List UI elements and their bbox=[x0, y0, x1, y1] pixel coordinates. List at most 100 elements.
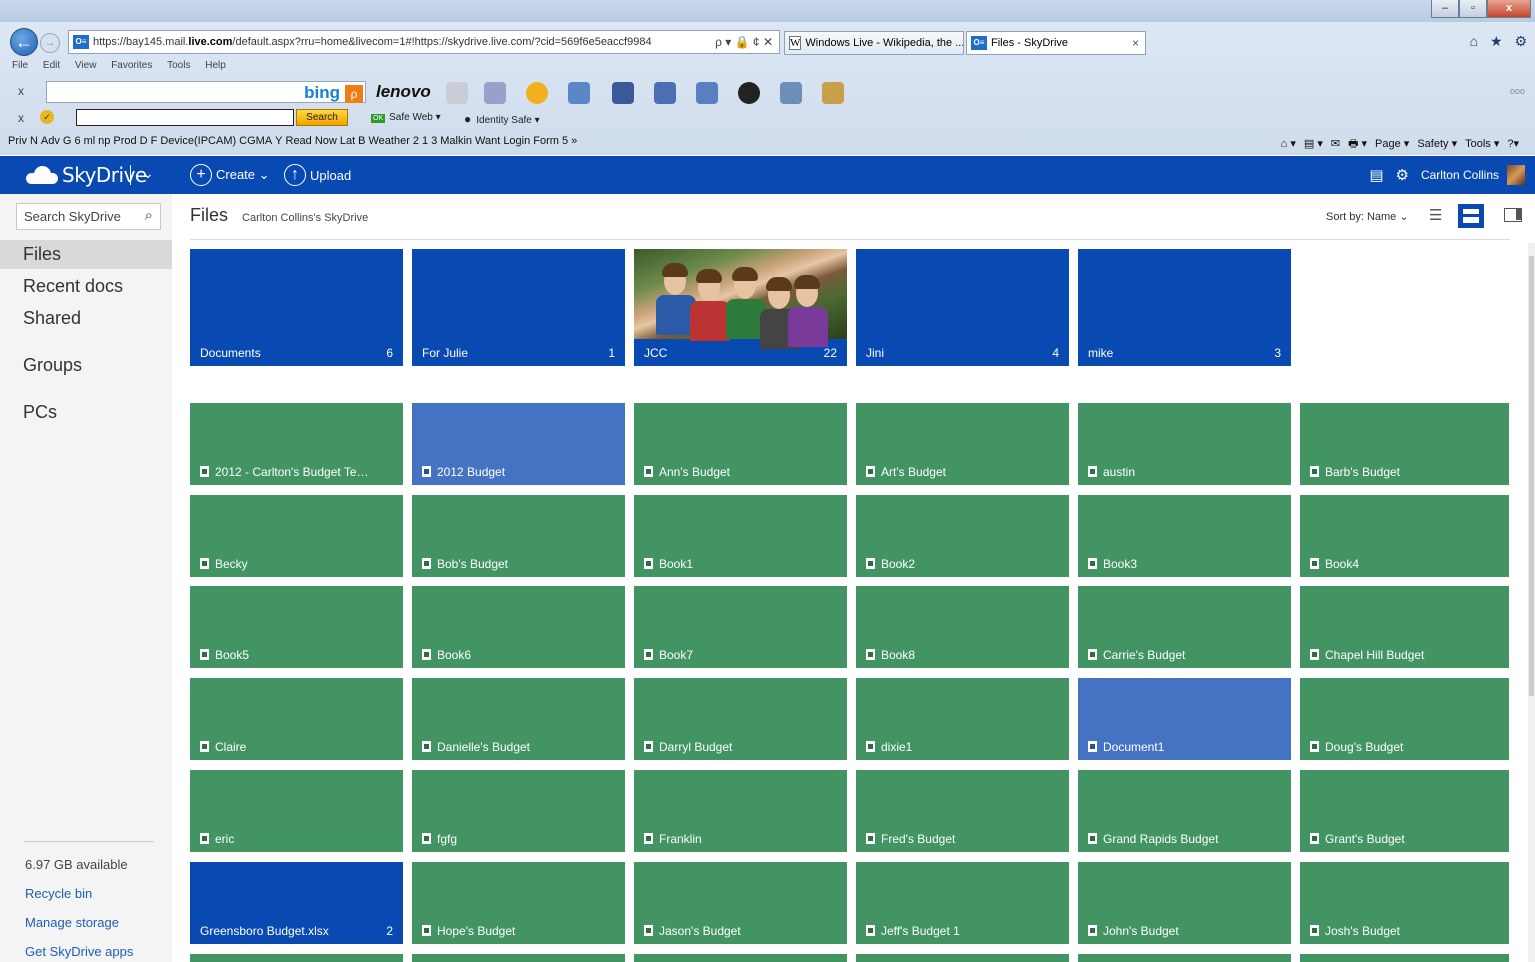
file-tile[interactable]: Book3 bbox=[1078, 495, 1291, 577]
file-name: austin bbox=[1088, 465, 1261, 479]
person-hair bbox=[696, 269, 722, 283]
file-tile[interactable]: John's Budget bbox=[1078, 862, 1291, 944]
file-tile[interactable]: Fred's Budget bbox=[856, 770, 1069, 852]
file-name-text: Chapel Hill Budget bbox=[1325, 648, 1425, 662]
file-name: Danielle's Budget bbox=[422, 740, 595, 754]
file-tile[interactable]: Grant's Budget bbox=[1300, 770, 1509, 852]
file-name-text: Grant's Budget bbox=[1325, 832, 1405, 846]
file-name: Becky bbox=[200, 557, 373, 571]
file-tile[interactable]: dixie1 bbox=[856, 678, 1069, 760]
file-name: Greensboro Budget.xlsx bbox=[200, 924, 373, 938]
file-name: Document1 bbox=[1088, 740, 1261, 754]
scrollbar-thumb[interactable] bbox=[1529, 256, 1534, 696]
file-name-text: Doug's Budget bbox=[1325, 740, 1404, 754]
file-name-text: Claire bbox=[215, 740, 247, 754]
folder-name: Documents bbox=[200, 346, 261, 360]
excel-doc-icon bbox=[1088, 558, 1097, 569]
file-tile[interactable]: Becky bbox=[190, 495, 403, 577]
file-name: Book6 bbox=[422, 648, 595, 662]
file-name: Book1 bbox=[644, 557, 817, 571]
word-doc-icon bbox=[422, 466, 431, 477]
excel-doc-icon bbox=[1310, 558, 1319, 569]
file-name-text: Hope's Budget bbox=[437, 924, 516, 938]
file-tile[interactable]: Claire bbox=[190, 678, 403, 760]
file-tile[interactable]: Book7 bbox=[634, 586, 847, 668]
file-tile[interactable] bbox=[634, 954, 847, 962]
file-name-text: Ann's Budget bbox=[659, 465, 731, 479]
folder-tile[interactable]: Jini 4 bbox=[856, 249, 1069, 366]
file-tile[interactable]: Book4 bbox=[1300, 495, 1509, 577]
file-tile[interactable]: Book5 bbox=[190, 586, 403, 668]
file-tile[interactable]: Danielle's Budget bbox=[412, 678, 625, 760]
folder-name: JCC bbox=[644, 346, 668, 360]
folder-count: 22 bbox=[823, 346, 837, 360]
file-tile[interactable]: Document1 bbox=[1078, 678, 1291, 760]
excel-doc-icon bbox=[1088, 925, 1097, 936]
file-tile[interactable]: Book1 bbox=[634, 495, 847, 577]
person-shirt bbox=[788, 307, 828, 347]
file-tile[interactable]: Book8 bbox=[856, 586, 1069, 668]
file-name: Grant's Budget bbox=[1310, 832, 1479, 846]
file-name: Doug's Budget bbox=[1310, 740, 1479, 754]
file-tile[interactable]: Book2 bbox=[856, 495, 1069, 577]
file-tile[interactable]: Jason's Budget bbox=[634, 862, 847, 944]
file-tile[interactable]: Franklin bbox=[634, 770, 847, 852]
file-name: Franklin bbox=[644, 832, 817, 846]
file-tile[interactable] bbox=[190, 954, 403, 962]
excel-doc-icon bbox=[422, 649, 431, 660]
file-tile[interactable]: Grand Rapids Budget bbox=[1078, 770, 1291, 852]
folder-tile[interactable]: Documents 6 bbox=[190, 249, 403, 366]
file-tile[interactable] bbox=[412, 954, 625, 962]
file-tile[interactable]: fgfg bbox=[412, 770, 625, 852]
file-tile[interactable]: Josh's Budget bbox=[1300, 862, 1509, 944]
file-tile[interactable]: Carrie's Budget bbox=[1078, 586, 1291, 668]
file-tile[interactable]: 2012 Budget bbox=[412, 403, 625, 485]
excel-doc-icon bbox=[422, 925, 431, 936]
file-name-text: Darryl Budget bbox=[659, 740, 733, 754]
file-tile[interactable]: Hope's Budget bbox=[412, 862, 625, 944]
file-name-text: 2012 - Carlton's Budget Tem... bbox=[215, 465, 373, 479]
folder-tile[interactable]: For Julie 1 bbox=[412, 249, 625, 366]
file-name: Claire bbox=[200, 740, 373, 754]
excel-doc-icon bbox=[644, 558, 653, 569]
file-tile[interactable] bbox=[1300, 954, 1509, 962]
file-tile[interactable]: Jeff's Budget 1 bbox=[856, 862, 1069, 944]
file-tile[interactable]: austin bbox=[1078, 403, 1291, 485]
excel-doc-icon bbox=[1310, 833, 1319, 844]
file-tile[interactable]: Bob's Budget bbox=[412, 495, 625, 577]
file-name-text: Becky bbox=[215, 557, 248, 571]
file-tile[interactable]: Doug's Budget bbox=[1300, 678, 1509, 760]
file-name-text: Document1 bbox=[1103, 740, 1165, 754]
folder-count: 2 bbox=[386, 924, 393, 938]
excel-doc-icon bbox=[422, 741, 431, 752]
file-tile[interactable]: Darryl Budget bbox=[634, 678, 847, 760]
file-name: Hope's Budget bbox=[422, 924, 595, 938]
file-name: Darryl Budget bbox=[644, 740, 817, 754]
file-name-text: Book2 bbox=[881, 557, 916, 571]
file-tile[interactable]: Chapel Hill Budget bbox=[1300, 586, 1509, 668]
file-tile[interactable]: 2012 - Carlton's Budget Tem... bbox=[190, 403, 403, 485]
folder-tile[interactable]: JCC 22 bbox=[634, 249, 847, 366]
file-tile[interactable] bbox=[856, 954, 1069, 962]
excel-doc-icon bbox=[644, 741, 653, 752]
file-name: Chapel Hill Budget bbox=[1310, 648, 1479, 662]
file-name: Carrie's Budget bbox=[1088, 648, 1261, 662]
excel-doc-icon bbox=[644, 925, 653, 936]
file-name-text: 2012 Budget bbox=[437, 465, 506, 479]
file-tile[interactable] bbox=[1078, 954, 1291, 962]
folder-thumbnail-photo bbox=[634, 249, 847, 349]
folder-tile[interactable]: Greensboro Budget.xlsx 2 bbox=[190, 862, 403, 944]
file-name: 2012 - Carlton's Budget Tem... bbox=[200, 465, 373, 479]
folder-name: mike bbox=[1088, 346, 1114, 360]
file-name-text: Book8 bbox=[881, 648, 916, 662]
file-tile[interactable]: eric bbox=[190, 770, 403, 852]
file-tile[interactable]: Ann's Budget bbox=[634, 403, 847, 485]
folder-tile[interactable]: mike 3 bbox=[1078, 249, 1291, 366]
file-name-text: Art's Budget bbox=[881, 465, 946, 479]
file-tile[interactable]: Book6 bbox=[412, 586, 625, 668]
file-tile[interactable]: Art's Budget bbox=[856, 403, 1069, 485]
file-name: Art's Budget bbox=[866, 465, 1039, 479]
excel-doc-icon bbox=[866, 741, 875, 752]
excel-doc-icon bbox=[1088, 466, 1097, 477]
file-tile[interactable]: Barb's Budget bbox=[1300, 403, 1509, 485]
